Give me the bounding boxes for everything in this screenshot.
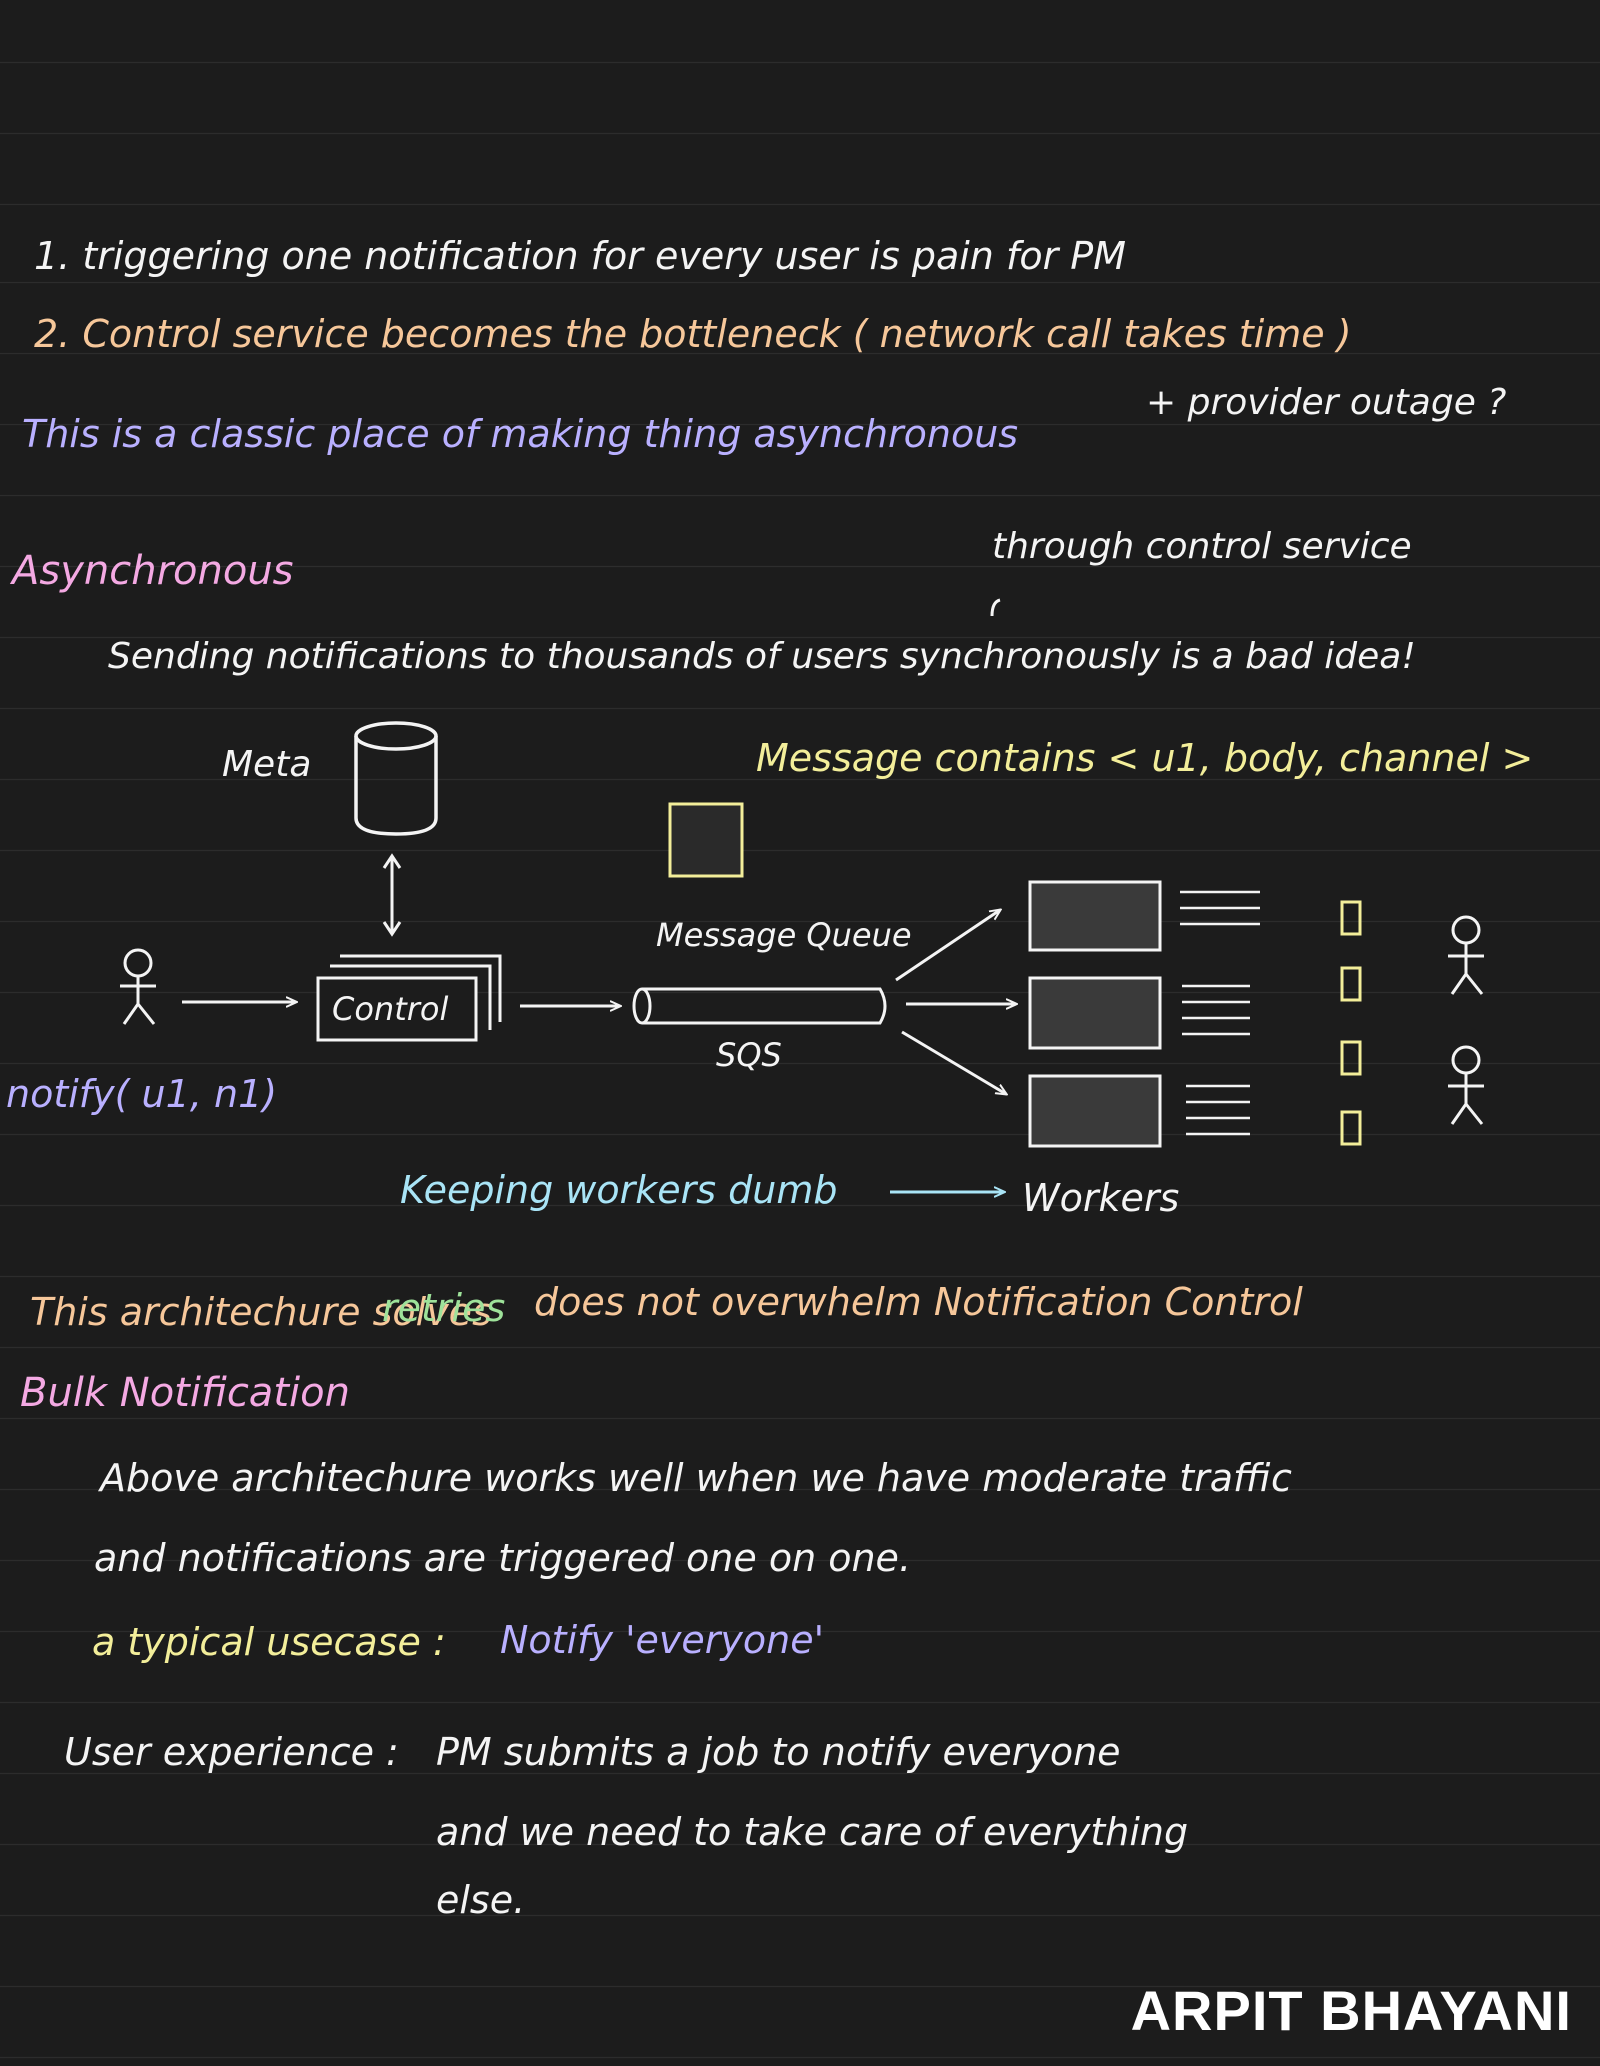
note-ux-1: PM submits a job to notify everyone bbox=[436, 1730, 1121, 1774]
note-bulk-1: Above architechure works well when we ha… bbox=[100, 1456, 1292, 1500]
label-sqs: SQS bbox=[716, 1036, 782, 1074]
recipient-user-icon-2 bbox=[1448, 1045, 1484, 1125]
heading-bulk-notification: Bulk Notification bbox=[20, 1370, 350, 1416]
note-bulk-2: and notifications are triggered one on o… bbox=[94, 1536, 912, 1580]
label-message-queue: Message Queue bbox=[656, 916, 912, 954]
label-meta: Meta bbox=[222, 744, 312, 785]
note-architecture-solves-c: does not overwhelm Notification Control bbox=[534, 1280, 1303, 1324]
note-provider-outage: + provider outage ? bbox=[1146, 382, 1507, 423]
note-through-control: through control service bbox=[992, 526, 1412, 567]
recipient-user-icon-1 bbox=[1448, 915, 1484, 995]
user-icon bbox=[120, 948, 156, 1025]
caret-mark bbox=[990, 598, 1001, 617]
queue-to-worker-arrow-3 bbox=[901, 1030, 1006, 1094]
queue-to-worker-arrow-1 bbox=[895, 910, 1000, 982]
author-brand: ARPIT BHAYANI bbox=[1130, 1979, 1572, 2042]
worker-stack-lines bbox=[1180, 890, 1260, 1136]
note-classic-place: This is a classic place of making thing … bbox=[22, 412, 1019, 456]
note-sending-sync: Sending notifications to thousands of us… bbox=[108, 636, 1416, 677]
meta-control-arrow bbox=[382, 853, 402, 937]
message-box bbox=[668, 802, 744, 878]
label-user-experience: User experience : bbox=[64, 1730, 399, 1774]
note-message-contains: Message contains < u1, body, channel > bbox=[756, 736, 1534, 780]
meta-database-icon bbox=[354, 721, 438, 836]
note-item-1: 1. triggering one notification for every… bbox=[34, 234, 1126, 278]
heading-asynchronous: Asynchronous bbox=[12, 548, 294, 594]
worker-box-3 bbox=[1028, 1074, 1162, 1148]
note-keeping-workers-dumb: Keeping workers dumb bbox=[400, 1168, 838, 1212]
note-item-2: 2. Control service becomes the bottlenec… bbox=[34, 312, 1352, 356]
value-typical-usecase: Notify 'everyone' bbox=[500, 1618, 825, 1662]
label-workers: Workers bbox=[1022, 1176, 1180, 1220]
worker-box-1 bbox=[1028, 880, 1162, 952]
note-ux-2: and we need to take care of everything bbox=[436, 1810, 1189, 1854]
note-ux-3: else. bbox=[436, 1878, 526, 1922]
note-architecture-retries: retries bbox=[382, 1286, 506, 1330]
label-typical-usecase: a typical usecase : bbox=[92, 1620, 446, 1664]
delivered-message-icons bbox=[1340, 900, 1362, 1146]
worker-box-2 bbox=[1028, 976, 1162, 1050]
label-control: Control bbox=[332, 990, 449, 1028]
label-notify-call: notify( u1, n1) bbox=[6, 1072, 278, 1116]
sqs-queue-icon bbox=[632, 987, 887, 1025]
